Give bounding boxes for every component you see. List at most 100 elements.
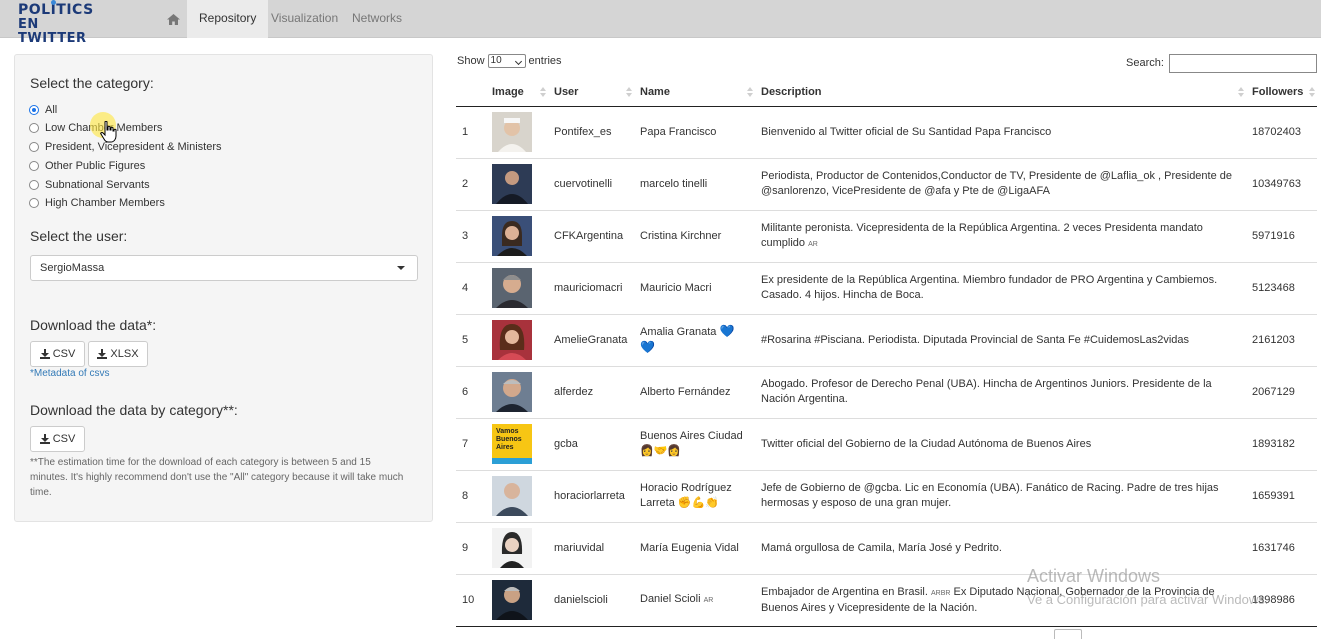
followers-cell: 1893182 (1246, 417, 1317, 470)
tab-networks[interactable]: Networks (340, 0, 414, 38)
row-index: 4 (456, 261, 486, 314)
followers-cell: 2067129 (1246, 365, 1317, 418)
description-cell: Jefe de Gobierno de @gcba. Lic en Econom… (755, 469, 1246, 522)
download-category-label: Download the data by category**: (30, 402, 238, 418)
download-icon (39, 349, 50, 359)
name-cell: Daniel Scioli AR (634, 573, 755, 626)
radio-circle[interactable] (29, 161, 39, 171)
metadata-csvs-link[interactable]: *Metadata of csvs (30, 368, 109, 379)
name-cell: María Eugenia Vidal (634, 521, 755, 574)
description-cell: Militante peronista. Vicepresidenta de l… (755, 209, 1246, 262)
description-cell: Twitter oficial del Gobierno de la Ciuda… (755, 417, 1246, 470)
user-cell: CFKArgentina (548, 209, 634, 262)
pagination-button[interactable] (1054, 629, 1082, 639)
avatar (492, 268, 532, 308)
user-select[interactable]: SergioMassa (30, 255, 418, 281)
radio-circle[interactable] (29, 105, 39, 115)
name-cell: Amalia Granata 💙💙 (634, 313, 755, 366)
download-label: Download the data*: (30, 317, 157, 333)
sidebar-panel: Select the category: All Low Chamber Mem… (14, 54, 433, 522)
table-row[interactable]: 7 Vamos Buenos Aires gcba Buenos Aires C… (456, 417, 1317, 470)
radio-circle[interactable] (29, 123, 39, 133)
politics-en-twitter-logo[interactable]: POLITICS EN TWITTER (18, 0, 110, 46)
row-index: 3 (456, 209, 486, 262)
show-label: Show (457, 55, 485, 67)
name-cell: Papa Francisco (640, 125, 717, 138)
table-row[interactable]: 8 horaciorlarreta Horacio Rodríguez Larr… (456, 469, 1317, 522)
col-followers-header[interactable]: Followers (1246, 78, 1317, 107)
user-cell: alferdez (548, 365, 634, 418)
radio-circle[interactable] (29, 142, 39, 152)
followers-cell: 18702403 (1252, 125, 1301, 138)
flag-ar-icon: AR (808, 240, 818, 248)
user-cell: gcba (548, 417, 634, 470)
download-category-csv-button[interactable]: CSV (30, 426, 85, 452)
avatar (492, 164, 532, 204)
radio-circle[interactable] (29, 180, 39, 190)
sort-icon (1238, 87, 1244, 98)
user-cell: horaciorlarreta (548, 469, 634, 522)
name-cell: Mauricio Macri (634, 261, 755, 314)
download-icon (39, 434, 50, 444)
table-row[interactable]: 9 mariuvidal María Eugenia Vidal Mamá or… (456, 521, 1317, 574)
flag-ar-icon: AR (703, 597, 714, 605)
avatar-cell (486, 313, 548, 366)
avatar (492, 372, 532, 412)
avatar-cell (486, 521, 548, 574)
download-icon (97, 349, 108, 359)
table-row[interactable]: 6 alferdez Alberto Fernández Abogado. Pr… (456, 365, 1317, 418)
tab-repository[interactable]: Repository (187, 0, 269, 38)
name-cell: Alberto Fernández (634, 365, 755, 418)
download-csv-button[interactable]: CSV (30, 341, 85, 367)
csv-category-label: CSV (52, 433, 76, 445)
tab-visualization[interactable]: Visualization (259, 0, 350, 38)
fist-hands-icon: ✊💪👏 (677, 497, 720, 509)
col-description-header[interactable]: Description (755, 78, 1246, 107)
name-cell: Cristina Kirchner (634, 209, 755, 262)
followers-cell: 5123468 (1246, 261, 1317, 314)
avatar (492, 580, 532, 621)
download-time-note: **The estimation time for the download o… (30, 457, 404, 498)
user-label: Select the user: (30, 228, 128, 244)
radio-president-ministers[interactable]: President, Vicepresident & Ministers (29, 139, 222, 155)
radio-other-public-figures[interactable]: Other Public Figures (29, 158, 145, 174)
user-cell: danielscioli (548, 573, 634, 626)
download-xlsx-button[interactable]: XLSX (88, 341, 148, 367)
radio-circle[interactable] (29, 198, 39, 208)
radio-all[interactable]: All (29, 102, 57, 118)
home-icon[interactable] (158, 0, 188, 38)
sort-icon (747, 87, 753, 98)
table-row[interactable]: 5 AmelieGranata Amalia Granata 💙💙 #Rosar… (456, 313, 1317, 366)
logo-line-2: EN TWITTER (18, 17, 87, 46)
row-index: 7 (456, 417, 486, 470)
table-row[interactable]: 4 mauriciomacri Mauricio Macri Ex presid… (456, 261, 1317, 314)
user-cell: AmelieGranata (548, 313, 634, 366)
avatar (492, 320, 532, 360)
name-cell: Buenos Aires Ciudad 👩‍🤝‍👩 (634, 417, 755, 470)
table-bottom-border (456, 626, 1317, 627)
table-row[interactable]: 2 cuervotinelli marcelo tinelli Periodis… (456, 157, 1317, 210)
table-row[interactable]: 3 CFKArgentina Cristina Kirchner Militan… (456, 209, 1317, 262)
windows-watermark-subtitle: Ve a Configuración para activar Windows. (1027, 592, 1269, 607)
col-name-header[interactable]: Name (634, 78, 755, 107)
row-index: 9 (456, 521, 486, 574)
row-index: 8 (456, 469, 486, 522)
users-table: Image User Name Description Followers 1 … (456, 78, 1317, 626)
col-image-header[interactable]: Image (486, 78, 548, 107)
col-index-header (456, 78, 486, 107)
followers-cell: 10349763 (1246, 157, 1317, 210)
caret-down-icon (397, 266, 405, 270)
entries-select[interactable]: 10 (487, 54, 526, 68)
avatar-cell (486, 573, 548, 626)
description-cell: Ex presidente de la República Argentina.… (755, 261, 1246, 314)
table-row[interactable]: 1 Pontifex_es Papa Francisco Bienvenido … (456, 106, 1317, 158)
show-entries-control: Show 10 entries (457, 54, 562, 68)
radio-subnational-servants[interactable]: Subnational Servants (29, 177, 150, 193)
radio-high-chamber-members[interactable]: High Chamber Members (29, 195, 165, 211)
search-input[interactable] (1169, 54, 1317, 73)
user-cell: Pontifex_es (554, 125, 612, 138)
avatar-cell (486, 365, 548, 418)
xlsx-label: XLSX (110, 348, 139, 360)
user-select-value: SergioMassa (40, 262, 105, 274)
col-user-header[interactable]: User (548, 78, 634, 107)
